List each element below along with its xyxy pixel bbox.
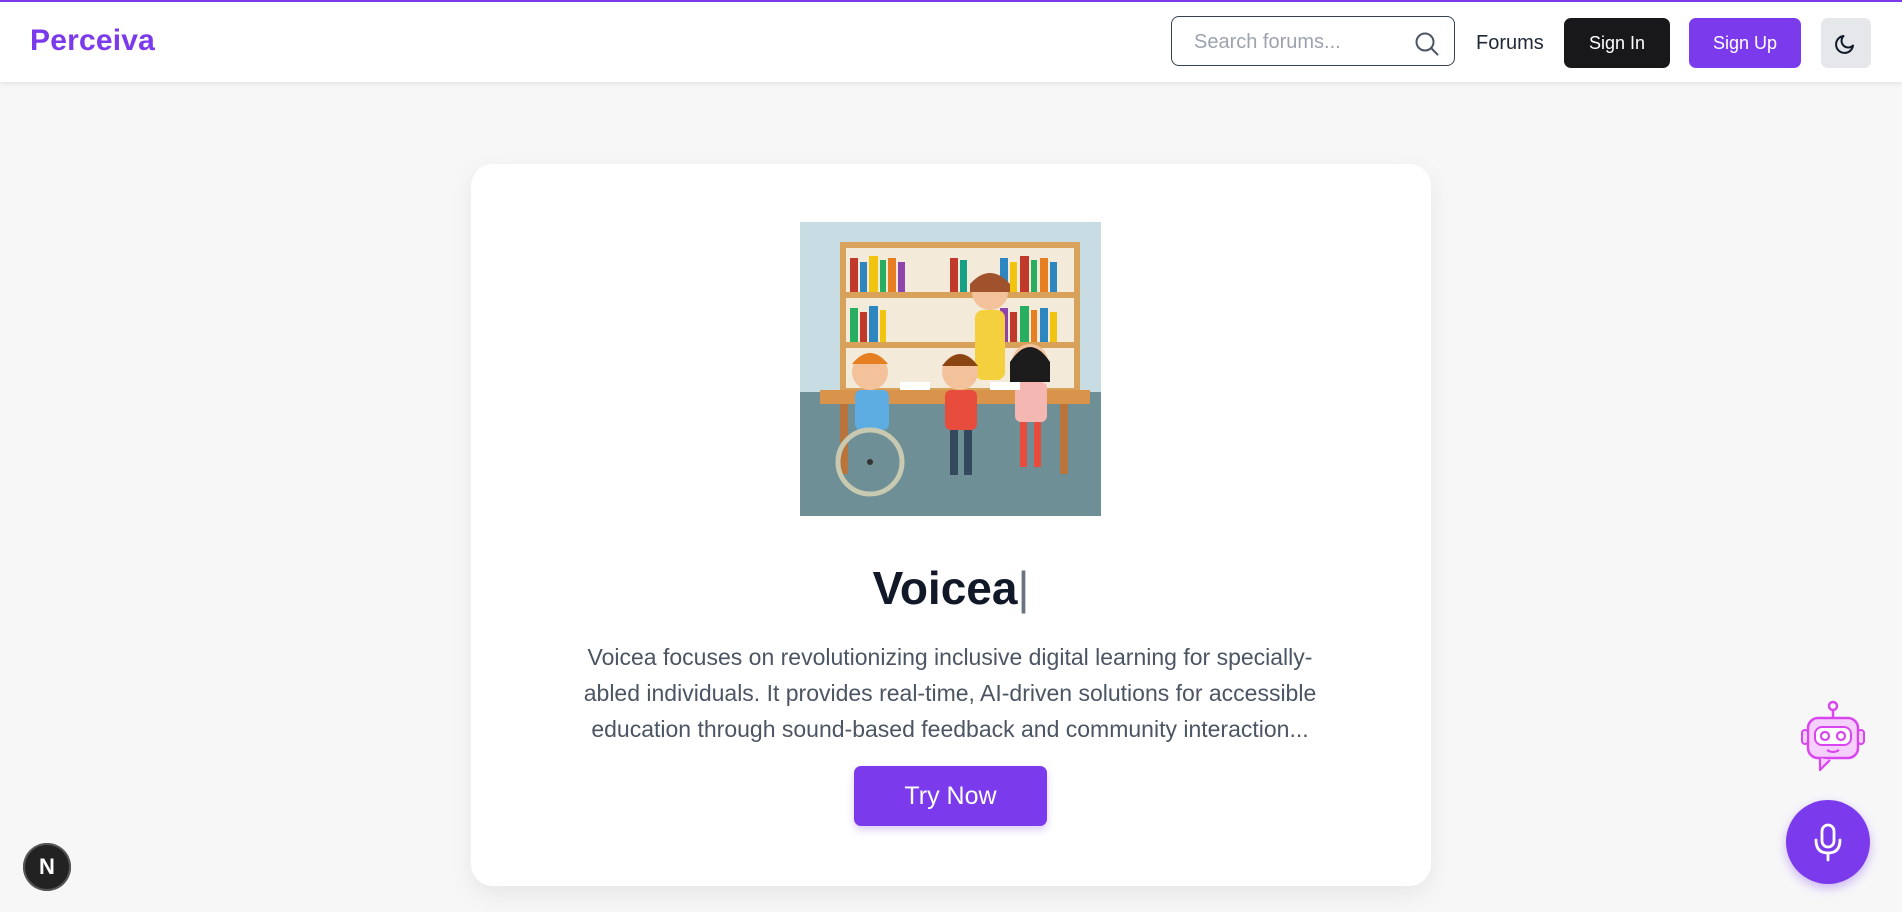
search-icon[interactable] (1414, 31, 1440, 57)
library-illustration (800, 222, 1101, 516)
sign-up-button[interactable]: Sign Up (1689, 18, 1801, 68)
product-description: Voicea focuses on revolutionizing inclus… (583, 644, 1317, 742)
navbar: Perceiva Forums Sign In Sign Up (0, 2, 1902, 82)
chatbot-button[interactable] (1800, 700, 1866, 776)
moon-icon (1835, 35, 1854, 54)
typing-caret: | (1017, 561, 1030, 614)
microphone-icon (1814, 823, 1842, 862)
forums-link[interactable]: Forums (1476, 32, 1544, 55)
title-text: Voicea (872, 561, 1018, 614)
search-box[interactable] (1171, 16, 1455, 66)
search-input[interactable] (1192, 29, 1406, 55)
dev-indicator-badge[interactable]: N (23, 843, 71, 891)
product-title: Voicea| (0, 561, 1902, 615)
voice-input-button[interactable] (1786, 800, 1870, 884)
try-now-button[interactable]: Try Now (854, 766, 1047, 826)
robot-icon (1801, 700, 1865, 772)
sign-in-button[interactable]: Sign In (1564, 18, 1670, 68)
theme-toggle-button[interactable] (1821, 18, 1871, 68)
brand-logo[interactable]: Perceiva (30, 24, 155, 58)
